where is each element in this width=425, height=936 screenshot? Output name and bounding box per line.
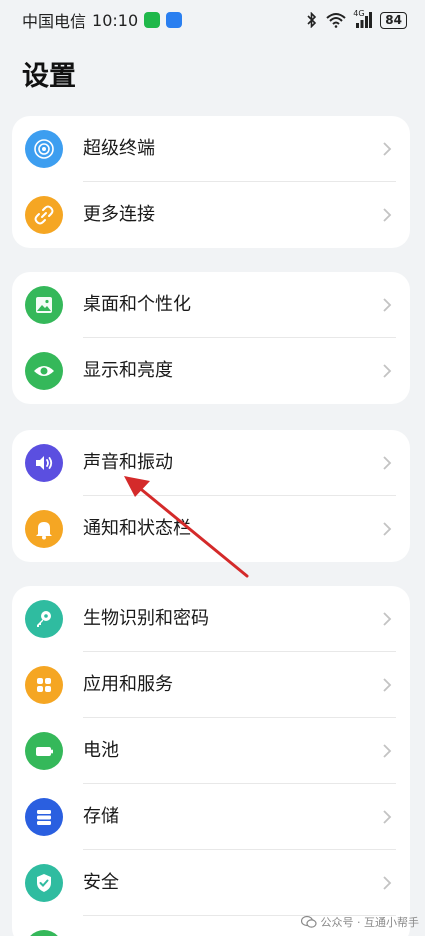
chevron-right-icon <box>383 364 392 378</box>
status-right: 4G 84 <box>306 9 407 29</box>
settings-screen: 中国电信 10:10 4G 84 设置 超级终端 更多连接 桌面和个性化 显示和… <box>0 0 425 936</box>
chevron-right-icon <box>383 810 392 824</box>
speaker-icon <box>25 444 63 482</box>
bluetooth-icon <box>307 12 317 28</box>
clock: 10:10 <box>92 10 139 30</box>
apps-grid-icon <box>25 666 63 704</box>
wechat-official-account-icon <box>300 915 317 928</box>
settings-item-label: 生物识别和密码 <box>83 608 209 629</box>
settings-item-security[interactable]: 安全 <box>12 850 410 916</box>
settings-item-label: 更多连接 <box>83 204 155 225</box>
settings-item-notifications[interactable]: 通知和状态栏 <box>12 496 410 562</box>
settings-item-apps[interactable]: 应用和服务 <box>12 652 410 718</box>
settings-group-2: 桌面和个性化 显示和亮度 <box>12 272 410 404</box>
wifi-icon <box>326 13 346 28</box>
bell-icon <box>25 510 63 548</box>
shield-icon <box>25 864 63 902</box>
chevron-right-icon <box>383 744 392 758</box>
settings-item-label: 安全 <box>83 872 119 893</box>
storage-icon <box>25 798 63 836</box>
settings-item-label: 超级终端 <box>83 138 155 159</box>
page-title: 设置 <box>22 61 76 92</box>
chevron-right-icon <box>383 612 392 626</box>
battery-indicator: 84 <box>380 11 407 29</box>
signal-indicator: 4G <box>353 9 373 28</box>
settings-item-storage[interactable]: 存储 <box>12 784 410 850</box>
key-icon <box>25 600 63 638</box>
settings-item-label: 桌面和个性化 <box>83 294 191 315</box>
settings-item-label: 显示和亮度 <box>83 360 173 381</box>
eye-icon <box>25 352 63 390</box>
chevron-right-icon <box>383 142 392 156</box>
settings-item-label: 应用和服务 <box>83 674 173 695</box>
chevron-right-icon <box>383 208 392 222</box>
settings-item-label: 存储 <box>83 806 119 827</box>
chevron-right-icon <box>383 678 392 692</box>
chevron-right-icon <box>383 298 392 312</box>
settings-item-label: 声音和振动 <box>83 452 173 473</box>
settings-item-biometrics[interactable]: 生物识别和密码 <box>12 586 410 652</box>
settings-item-home-screen[interactable]: 桌面和个性化 <box>12 272 410 338</box>
battery-icon <box>25 732 63 770</box>
settings-group-3: 声音和振动 通知和状态栏 <box>12 430 410 562</box>
settings-group-1: 超级终端 更多连接 <box>12 116 410 248</box>
network-type-label: 4G <box>353 9 365 18</box>
settings-item-label: 电池 <box>83 740 119 761</box>
app-notification-icon <box>166 12 183 28</box>
chevron-right-icon <box>383 876 392 890</box>
settings-item-battery[interactable]: 电池 <box>12 718 410 784</box>
watermark: 公众号 · 互通小帮手 <box>300 914 420 930</box>
wallpaper-icon <box>25 286 63 324</box>
settings-item-display[interactable]: 显示和亮度 <box>12 338 410 404</box>
settings-item-label: 通知和状态栏 <box>83 518 191 539</box>
watermark-text: 公众号 · 互通小帮手 <box>320 916 420 929</box>
link-icon <box>25 196 63 234</box>
settings-item-icon <box>25 930 63 936</box>
settings-item-sound[interactable]: 声音和振动 <box>12 430 410 496</box>
carrier-label: 中国电信 <box>22 12 87 31</box>
super-device-icon <box>25 130 63 168</box>
settings-item-more-connections[interactable]: 更多连接 <box>12 182 410 248</box>
status-left: 中国电信 10:10 <box>22 8 183 32</box>
wechat-notification-icon <box>144 12 161 28</box>
chevron-right-icon <box>383 456 392 470</box>
settings-group-4: 生物识别和密码 应用和服务 电池 存储 安全 <box>12 586 410 936</box>
chevron-right-icon <box>383 522 392 536</box>
settings-item-super-device[interactable]: 超级终端 <box>12 116 410 182</box>
status-bar: 中国电信 10:10 4G 84 <box>0 0 425 40</box>
